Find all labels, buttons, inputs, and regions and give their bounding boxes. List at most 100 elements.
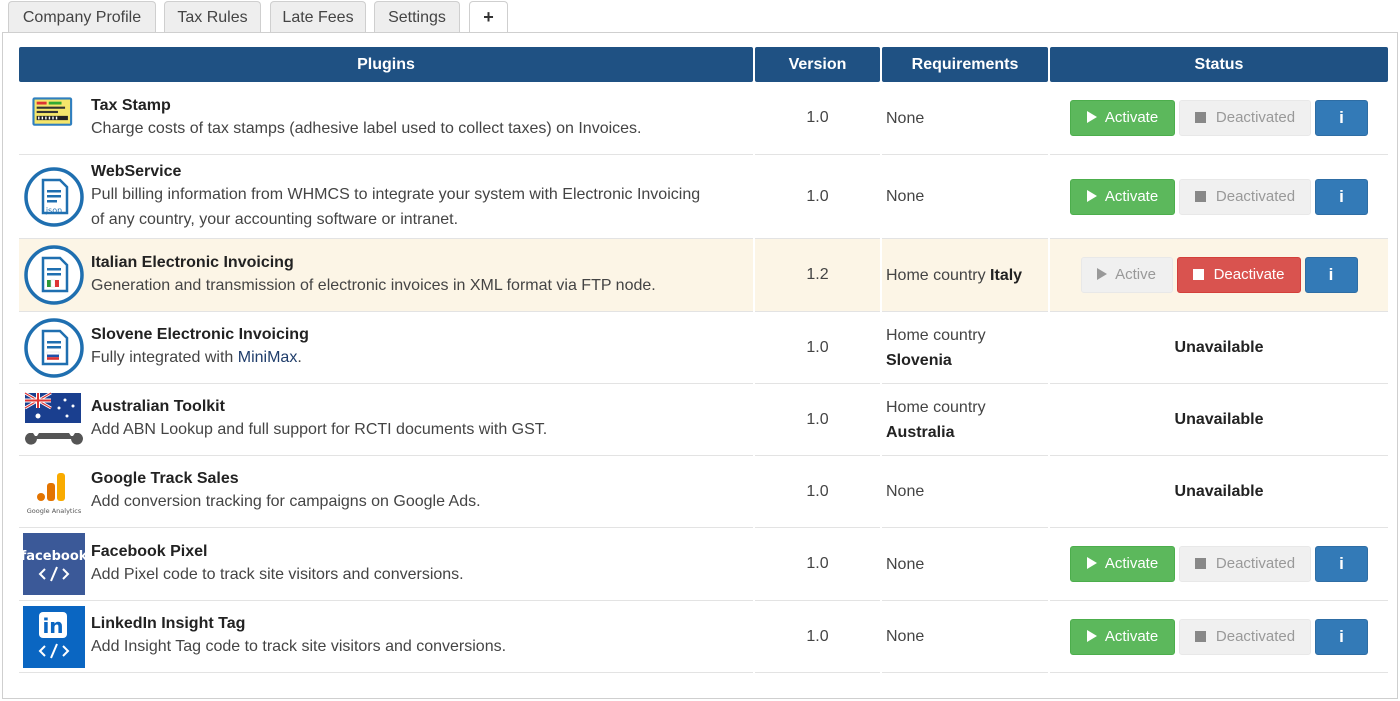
deactivated-button[interactable]: Deactivated xyxy=(1179,178,1311,215)
info-button[interactable]: i xyxy=(1315,618,1368,655)
plugin-version: 1.0 xyxy=(755,82,880,155)
header-status: Status xyxy=(1050,47,1388,82)
plugin-name: LinkedIn Insight Tag xyxy=(91,615,246,632)
plugin-name: Tax Stamp xyxy=(91,96,171,114)
plugin-version: 1.0 xyxy=(755,155,880,239)
plugin-name: Slovene Electronic Invoicing xyxy=(91,326,309,343)
plugin-cell: json WebService Pull billing information… xyxy=(19,155,753,239)
plugin-cell: facebook Facebook Pixel Add Pixel code t… xyxy=(19,528,753,601)
info-button[interactable]: i xyxy=(1315,100,1368,136)
home-country: Italy xyxy=(990,266,1023,284)
tab-settings[interactable]: Settings xyxy=(374,1,460,33)
plugin-description: Generation and transmission of electroni… xyxy=(91,276,656,294)
info-button[interactable]: i xyxy=(1315,178,1368,215)
tab-add[interactable]: + xyxy=(469,1,508,34)
home-country: Slovenia xyxy=(886,351,952,369)
plugin-cell: Australian Toolkit Add ABN Lookup and fu… xyxy=(19,384,753,456)
plugin-name: Facebook Pixel xyxy=(91,542,208,560)
svg-text:facebook: facebook xyxy=(23,549,85,564)
plugin-status: Unavailable xyxy=(1050,384,1388,456)
italian-invoice-icon xyxy=(24,245,84,305)
minimax-link[interactable]: MiniMax xyxy=(238,349,298,366)
plugin-description: Add Pixel code to track site visitors an… xyxy=(91,565,464,583)
plugin-status: Unavailable xyxy=(1050,312,1388,384)
table-row: Italian Electronic Invoicing Generation … xyxy=(19,239,1388,312)
unavailable-label: Unavailable xyxy=(1174,338,1264,356)
deactivated-button[interactable]: Deactivated xyxy=(1179,100,1311,136)
tab-bar: Company Profile Tax Rules Late Fees Sett… xyxy=(0,0,1400,34)
json-document-icon: json xyxy=(24,166,84,227)
plugin-status: Activate Deactivated i xyxy=(1050,155,1388,239)
tab-tax-rules[interactable]: Tax Rules xyxy=(164,1,261,33)
table-row: facebook Facebook Pixel Add Pixel code t… xyxy=(19,528,1388,601)
plugin-requirements: None xyxy=(882,456,1048,528)
plugin-status: Active Deactivate i xyxy=(1050,239,1388,312)
tab-late-fees[interactable]: Late Fees xyxy=(270,1,366,33)
plugin-description: Add ABN Lookup and full support for RCTI… xyxy=(91,421,548,438)
tax-stamp-icon xyxy=(32,97,73,126)
plugin-cell: Google Analytics Google Track Sales Add … xyxy=(19,456,753,528)
info-button[interactable]: i xyxy=(1315,546,1368,582)
activate-button[interactable]: Activate xyxy=(1070,546,1175,582)
australia-wrench-icon xyxy=(24,391,83,445)
stop-icon xyxy=(1194,112,1206,123)
svg-text:in: in xyxy=(42,614,63,638)
plugin-requirements: Home country Slovenia xyxy=(882,312,1048,384)
plugins-table: Plugins Version Requirements Status Tax … xyxy=(17,47,1390,673)
play-icon xyxy=(1086,189,1097,202)
google-analytics-icon: Google Analytics xyxy=(27,472,82,515)
stop-icon xyxy=(1194,558,1206,569)
plugins-panel: Plugins Version Requirements Status Tax … xyxy=(2,32,1398,699)
stop-icon xyxy=(1194,630,1206,642)
plugin-requirements: Home country Italy xyxy=(882,239,1048,312)
activate-button[interactable]: Activate xyxy=(1070,618,1175,655)
table-row: Slovene Electronic Invoicing Fully integ… xyxy=(19,312,1388,384)
play-icon xyxy=(1086,557,1097,569)
plugin-requirements: Home country Australia xyxy=(882,384,1048,456)
plugin-description: Fully integrated with MiniMax. xyxy=(91,349,302,366)
table-row: Google Analytics Google Track Sales Add … xyxy=(19,456,1388,528)
plugin-description: Add conversion tracking for campaigns on… xyxy=(91,493,481,510)
header-plugins: Plugins xyxy=(19,47,753,82)
plugin-status: Activate Deactivated i xyxy=(1050,601,1388,673)
plugin-cell: Slovene Electronic Invoicing Fully integ… xyxy=(19,312,753,384)
play-icon xyxy=(1086,629,1097,642)
stop-icon xyxy=(1194,190,1206,202)
plugin-requirements: None xyxy=(882,155,1048,239)
home-country: Australia xyxy=(886,423,955,441)
plugin-requirements: None xyxy=(882,82,1048,155)
plugin-version: 1.0 xyxy=(755,528,880,601)
plugin-cell: Tax Stamp Charge costs of tax stamps (ad… xyxy=(19,82,753,155)
plugin-requirements: None xyxy=(882,528,1048,601)
linkedin-code-icon: in xyxy=(23,605,85,668)
stop-icon xyxy=(1192,269,1204,280)
svg-text:Google Analytics: Google Analytics xyxy=(27,507,82,515)
unavailable-label: Unavailable xyxy=(1174,410,1264,428)
deactivated-button[interactable]: Deactivated xyxy=(1179,546,1311,582)
table-row: Australian Toolkit Add ABN Lookup and fu… xyxy=(19,384,1388,456)
activate-button[interactable]: Activate xyxy=(1070,100,1175,136)
activate-button[interactable]: Activate xyxy=(1070,178,1175,215)
svg-text:json: json xyxy=(45,206,62,215)
active-button[interactable]: Active xyxy=(1080,257,1173,293)
plugin-description: Add Insight Tag code to track site visit… xyxy=(91,638,507,655)
plugin-requirements: None xyxy=(882,601,1048,673)
plugin-name: Australian Toolkit xyxy=(91,398,225,415)
plugin-version: 1.0 xyxy=(755,384,880,456)
plugin-name: WebService xyxy=(91,162,182,180)
plugin-version: 1.2 xyxy=(755,239,880,312)
plugin-description: Charge costs of tax stamps (adhesive lab… xyxy=(91,119,642,137)
plugin-version: 1.0 xyxy=(755,312,880,384)
plugin-status: Activate Deactivated i xyxy=(1050,528,1388,601)
play-icon xyxy=(1097,268,1108,280)
deactivate-button[interactable]: Deactivate xyxy=(1176,257,1301,293)
deactivated-button[interactable]: Deactivated xyxy=(1179,618,1311,655)
info-button[interactable]: i xyxy=(1304,257,1358,293)
plugin-version: 1.0 xyxy=(755,456,880,528)
plugin-status: Unavailable xyxy=(1050,456,1388,528)
plugin-cell: in LinkedIn Insight Tag Add Insight Tag … xyxy=(19,601,753,673)
play-icon xyxy=(1086,111,1097,123)
tab-company-profile[interactable]: Company Profile xyxy=(8,1,156,33)
table-row: in LinkedIn Insight Tag Add Insight Tag … xyxy=(19,601,1388,673)
header-version: Version xyxy=(755,47,880,82)
